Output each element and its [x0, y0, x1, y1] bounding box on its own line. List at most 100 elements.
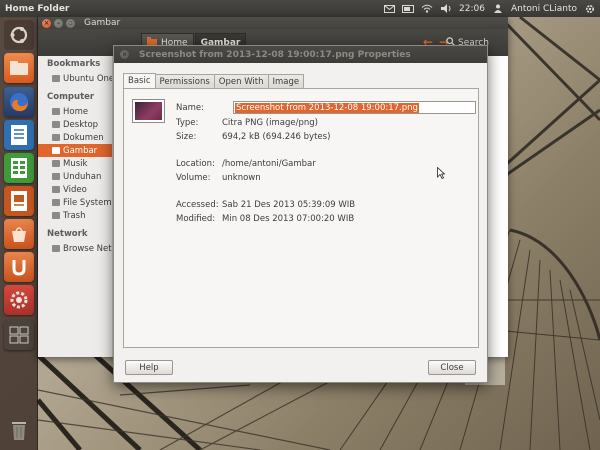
sidebar-item-label: Gambar	[63, 145, 98, 156]
volume-label: Volume:	[176, 173, 211, 183]
location-value: /home/antoni/Gambar	[222, 159, 316, 169]
properties-dialog: × Screenshot from 2013-12-08 19:00:17.pn…	[113, 45, 488, 383]
accessed-label: Accessed:	[176, 200, 219, 210]
size-value: 694,2 kB (694.246 bytes)	[222, 132, 331, 142]
sidebar-item-label: Unduhan	[63, 171, 102, 182]
volume-row: Volume: unknown	[176, 173, 261, 183]
battery-icon[interactable]	[402, 4, 415, 13]
type-row: Type: Citra PNG (image/png)	[176, 118, 318, 128]
impress-icon[interactable]	[4, 186, 34, 216]
trash-icon[interactable]	[4, 415, 34, 445]
name-row: Name:	[176, 103, 222, 113]
sidebar-item-trash[interactable]: Trash	[38, 209, 112, 222]
tab-permissions[interactable]: Permissions	[154, 74, 215, 88]
ubuntu-one-icon[interactable]	[4, 252, 34, 282]
volume-value: unknown	[222, 173, 261, 183]
sidebar-heading-network: Network	[47, 229, 88, 239]
sidebar-item-label: Desktop	[63, 119, 99, 130]
trash-icon	[52, 212, 60, 219]
active-window-title: Home Folder	[5, 3, 70, 14]
name-field-value[interactable]: Screenshot from 2013-12-08 19:00:17.png	[235, 103, 419, 113]
sidebar-item-unduhan[interactable]: Unduhan	[38, 170, 112, 183]
name-label: Name:	[176, 103, 204, 113]
basic-tab-panel: Name: Screenshot from 2013-12-08 19:00:1…	[123, 88, 479, 348]
file-manager-title: Gambar	[84, 18, 121, 28]
music-icon	[52, 160, 60, 167]
sidebar-item-label: Browse Net...	[63, 243, 112, 254]
sidebar-item-label: Musik	[63, 158, 88, 169]
location-label: Location:	[176, 159, 215, 169]
modified-row: Modified: Min 08 Des 2013 07:00:20 WIB	[176, 214, 354, 224]
gear-icon[interactable]	[584, 4, 596, 13]
user-icon[interactable]	[492, 4, 504, 13]
file-manager-titlebar: × – ▫ Gambar	[38, 17, 508, 29]
tab-basic[interactable]: Basic	[123, 73, 156, 88]
software-center-icon[interactable]	[4, 219, 34, 249]
clock[interactable]: 22:06	[459, 4, 485, 14]
top-panel: Home Folder 22:06 Antoni CLianto	[0, 0, 600, 17]
sidebar-item-video[interactable]: Video	[38, 183, 112, 196]
desktop-icon	[52, 121, 60, 128]
sidebar-item-browse-network[interactable]: Browse Net...	[38, 242, 112, 255]
volume-icon[interactable]	[440, 4, 452, 13]
writer-icon[interactable]	[4, 120, 34, 150]
sidebar-item-dokumen[interactable]: Dokumen	[38, 131, 112, 144]
calc-icon[interactable]	[4, 153, 34, 183]
dialog-titlebar: × Screenshot from 2013-12-08 19:00:17.pn…	[114, 46, 487, 63]
system-settings-icon[interactable]	[4, 285, 34, 315]
size-row: Size: 694,2 kB (694.246 bytes)	[176, 132, 330, 142]
unity-launcher	[0, 17, 38, 450]
help-button[interactable]: Help	[125, 360, 173, 375]
home-icon	[52, 108, 60, 115]
size-label: Size:	[176, 132, 197, 142]
sidebar-item-label: Trash	[63, 210, 86, 221]
sidebar-item-gambar[interactable]: Gambar	[38, 144, 112, 157]
downloads-icon	[52, 173, 60, 180]
wifi-icon[interactable]	[421, 4, 433, 13]
sidebar-heading-computer: Computer	[47, 92, 95, 102]
sidebar-item-ubuntu-one[interactable]: Ubuntu One	[38, 72, 112, 85]
close-button[interactable]: Close	[428, 360, 476, 375]
firefox-icon[interactable]	[4, 87, 34, 117]
window-maximize-button[interactable]: ▫	[66, 18, 75, 28]
sidebar-item-label: Dokumen	[63, 132, 104, 143]
sidebar-item-desktop[interactable]: Desktop	[38, 118, 112, 131]
sidebar-item-file-system[interactable]: File System	[38, 196, 112, 209]
file-thumbnail[interactable]	[132, 99, 165, 123]
drive-icon	[52, 199, 60, 206]
places-sidebar: Bookmarks Ubuntu One Computer Home Deskt…	[38, 56, 113, 357]
dialog-close-icon[interactable]: ×	[120, 50, 129, 59]
sidebar-heading-bookmarks: Bookmarks	[47, 59, 101, 69]
window-close-button[interactable]: ×	[42, 18, 51, 28]
type-label: Type:	[176, 118, 199, 128]
files-icon[interactable]	[4, 53, 34, 83]
mail-icon[interactable]	[383, 4, 395, 13]
tab-image[interactable]: Image	[267, 74, 305, 88]
sidebar-item-label: Home	[63, 106, 89, 117]
pictures-icon	[52, 147, 60, 154]
sidebar-item-musik[interactable]: Musik	[38, 157, 112, 170]
documents-icon	[52, 134, 60, 141]
mouse-pointer-icon	[437, 166, 446, 182]
accessed-value: Sab 21 Des 2013 05:39:09 WIB	[222, 200, 356, 210]
type-value: Citra PNG (image/png)	[222, 118, 318, 128]
user-name[interactable]: Antoni CLianto	[511, 4, 577, 14]
name-field[interactable]: Screenshot from 2013-12-08 19:00:17.png	[233, 101, 476, 114]
video-icon	[52, 186, 60, 193]
modified-label: Modified:	[176, 214, 216, 224]
sidebar-item-label: Ubuntu One	[63, 73, 112, 84]
tab-open-with[interactable]: Open With	[213, 74, 269, 88]
network-icon	[52, 245, 60, 252]
sidebar-item-label: Video	[63, 184, 87, 195]
ubuntu-dash-icon[interactable]	[4, 20, 34, 50]
modified-value: Min 08 Des 2013 07:00:20 WIB	[222, 214, 355, 224]
accessed-row: Accessed: Sab 21 Des 2013 05:39:09 WIB	[176, 200, 355, 210]
dialog-title: Screenshot from 2013-12-08 19:00:17.png …	[139, 49, 411, 60]
cloud-icon	[52, 75, 60, 82]
properties-tabs: Basic Permissions Open With Image	[123, 73, 305, 88]
sidebar-item-label: File System	[63, 197, 112, 208]
workspace-switcher-icon[interactable]	[4, 320, 34, 350]
window-minimize-button[interactable]: –	[54, 18, 63, 28]
sidebar-item-home[interactable]: Home	[38, 105, 112, 118]
indicator-tray: 22:06 Antoni CLianto	[383, 0, 600, 17]
